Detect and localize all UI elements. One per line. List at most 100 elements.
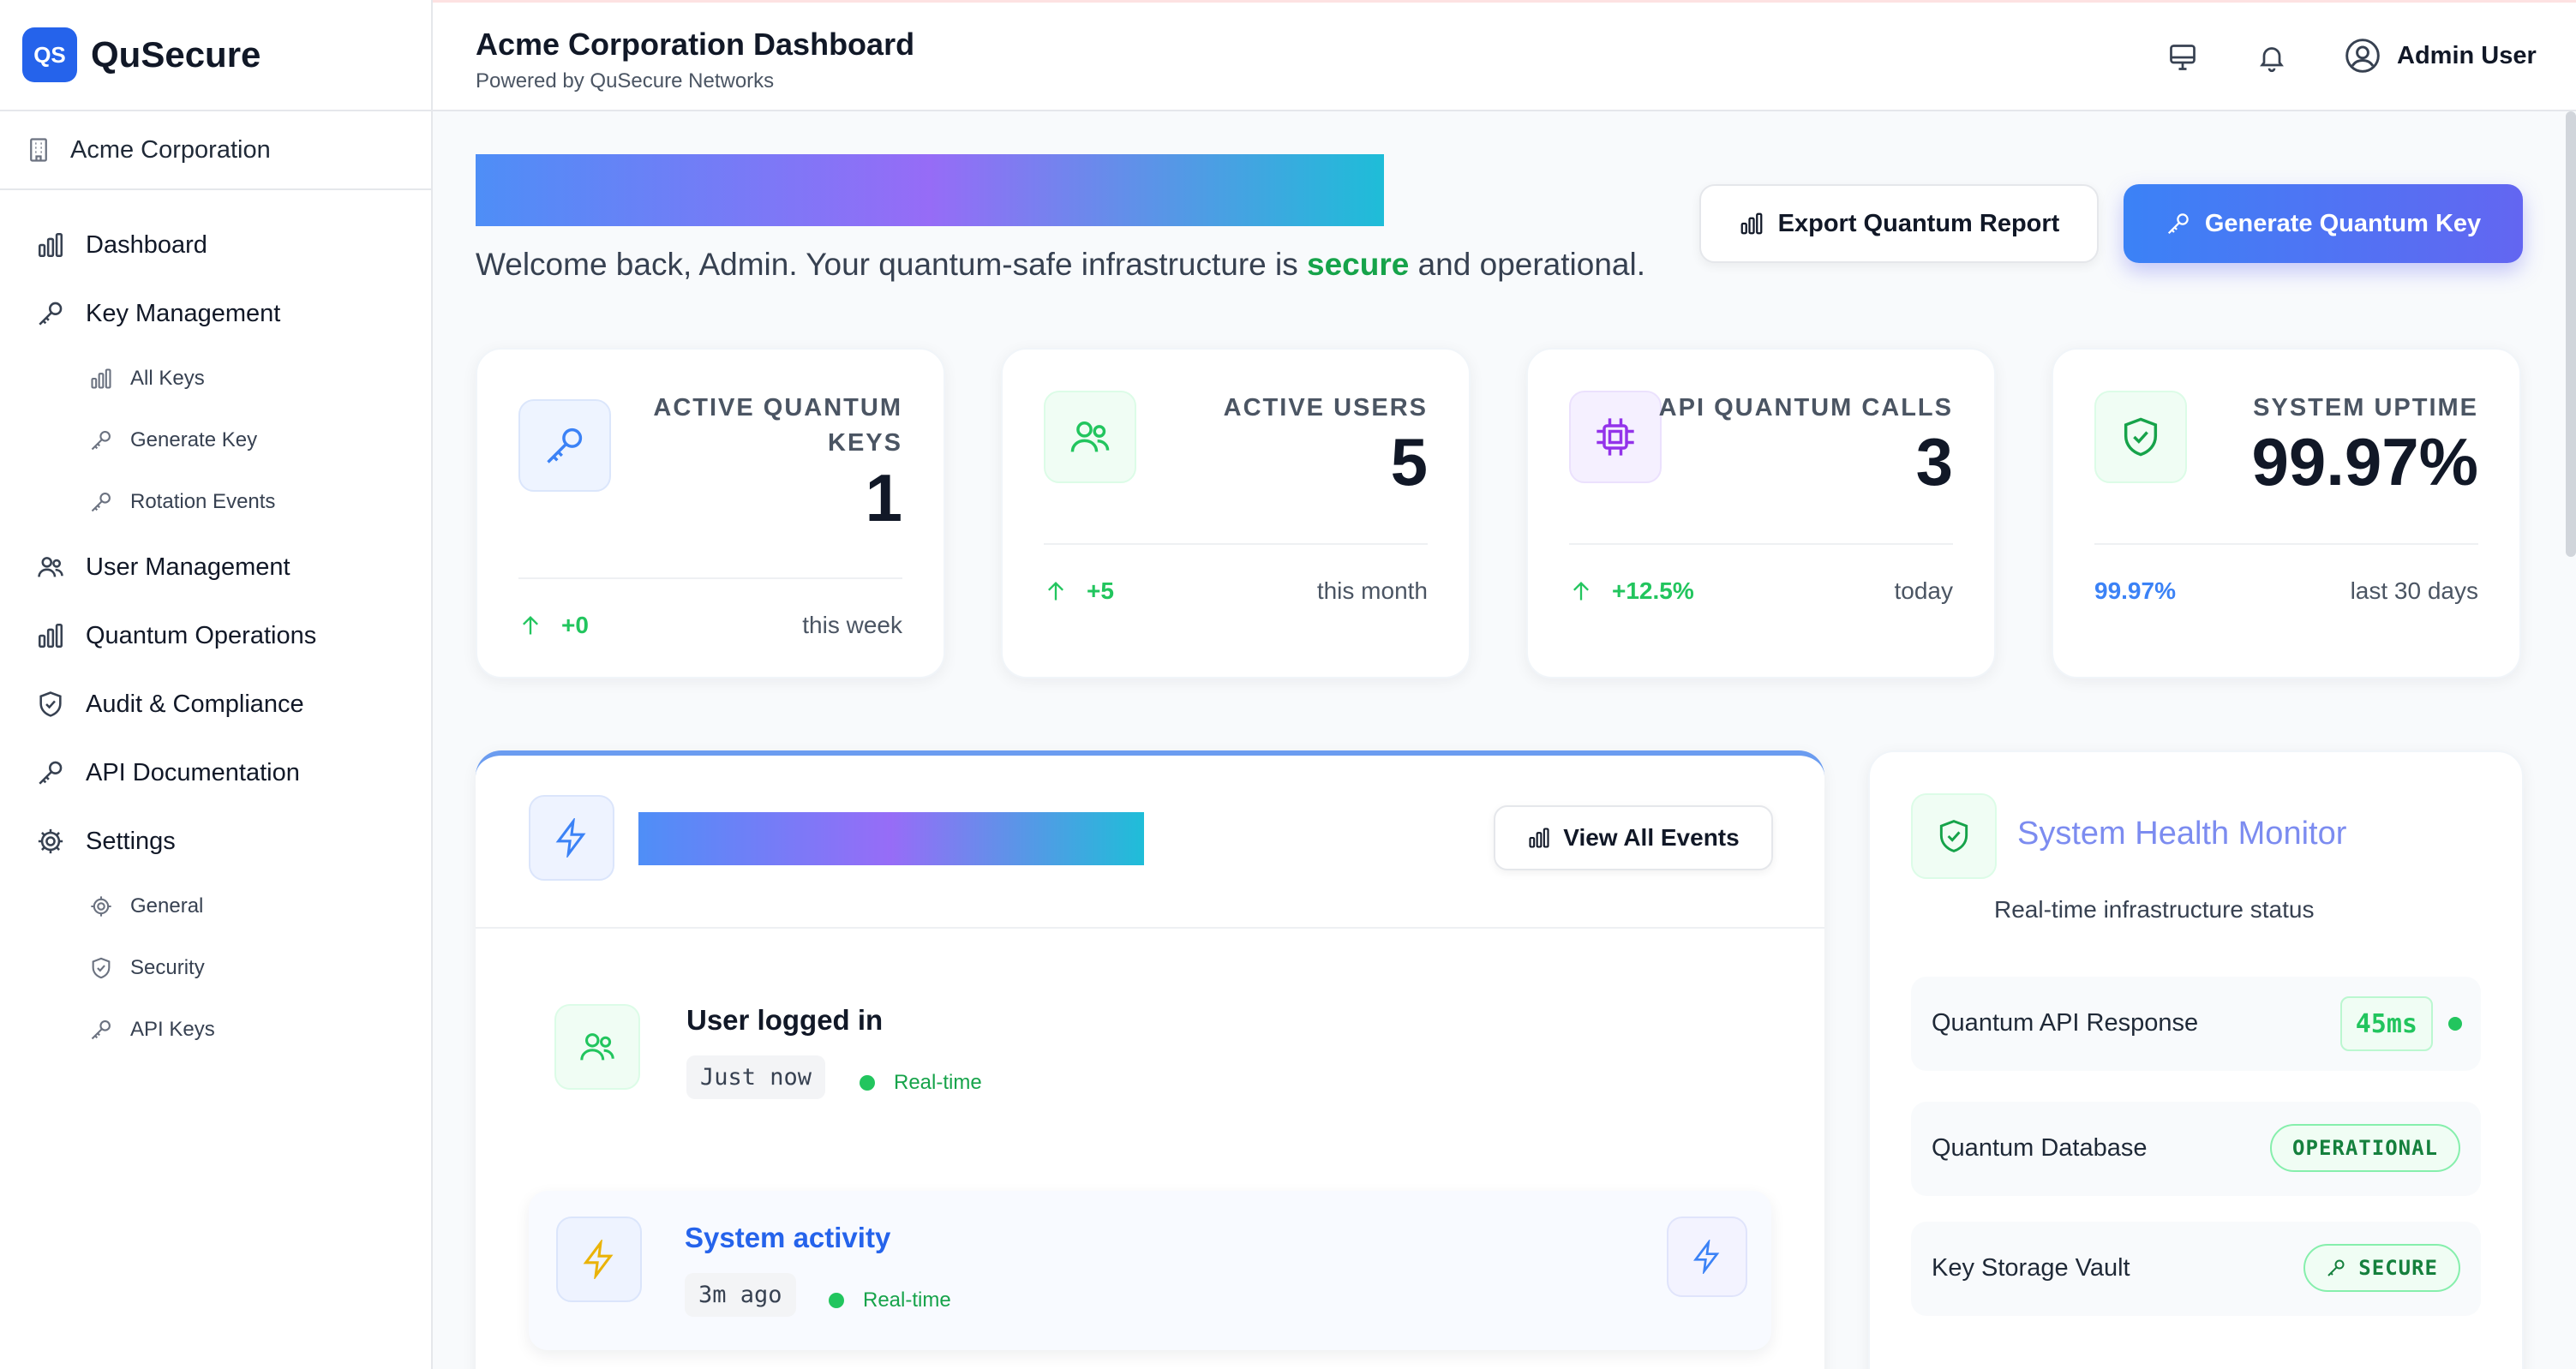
key-icon <box>2326 1258 2346 1278</box>
system-health-card: System Health Monitor Real-time infrastr… <box>1868 750 2524 1369</box>
welcome-text-end: and operational. <box>1409 247 1645 282</box>
stat-label-line: ACTIVE USERS <box>1223 394 1428 421</box>
health-row-database: Quantum Database OPERATIONAL <box>1911 1102 2481 1196</box>
stat-trend: +0 <box>518 612 589 639</box>
stat-value: 5 <box>1390 424 1428 499</box>
stat-label: ACTIVE USERS <box>1224 391 1428 426</box>
user-menu[interactable]: Admin User <box>2344 37 2537 75</box>
bar-chart-icon <box>89 367 113 391</box>
view-all-events-button[interactable]: View All Events <box>1494 805 1773 870</box>
sidebar: QS QuSecure Acme Corporation Dashboard K… <box>0 0 433 1369</box>
sidebar-subitem-all-keys[interactable]: All Keys <box>0 348 431 410</box>
bar-chart-icon <box>36 230 65 260</box>
stat-value: 99.97% <box>2251 424 2478 499</box>
status-secure: secure <box>1307 247 1410 282</box>
key-icon <box>89 490 113 514</box>
event-tag-label: Real-time <box>863 1288 951 1312</box>
stat-period: today <box>1894 577 1954 604</box>
sidebar-item-label: Settings <box>86 827 176 855</box>
sidebar-item-settings[interactable]: Settings <box>0 807 431 876</box>
export-report-button[interactable]: Export Quantum Report <box>1699 184 2099 263</box>
sidebar-subitem-label: Security <box>130 956 205 979</box>
gear-icon <box>89 894 113 918</box>
stat-period: this week <box>802 612 902 638</box>
sidebar-item-label: Quantum Operations <box>86 621 317 649</box>
health-row-value: 45ms <box>2339 996 2433 1051</box>
health-row-label: Quantum API Response <box>1932 1009 2199 1037</box>
stat-card-active-keys: ACTIVE QUANTUM KEYS 1 +0 this week <box>476 348 945 679</box>
page-subtitle: Powered by QuSecure Networks <box>476 69 775 93</box>
bar-chart-icon <box>1739 211 1764 236</box>
lightning-icon[interactable] <box>1667 1217 1747 1297</box>
stat-trend: +12.5% <box>1569 577 1694 605</box>
stat-period: this month <box>1316 577 1428 604</box>
events-heading-bar <box>638 812 1144 865</box>
users-icon <box>36 553 65 582</box>
export-report-label: Export Quantum Report <box>1777 209 2060 237</box>
organization-selector[interactable]: Acme Corporation <box>0 111 431 190</box>
stat-value: 1 <box>865 460 902 535</box>
status-badge: OPERATIONAL <box>2270 1124 2460 1172</box>
bar-chart-icon <box>1527 826 1551 850</box>
stat-card-api-calls: API QUANTUM CALLS 3 +12.5% today <box>1526 348 1996 679</box>
generate-key-label: Generate Quantum Key <box>2204 209 2482 237</box>
monitor-icon[interactable] <box>2164 39 2202 76</box>
bell-icon[interactable] <box>2253 39 2291 76</box>
shield-icon <box>89 956 113 980</box>
lightning-icon <box>556 1217 642 1302</box>
view-all-events-label: View All Events <box>1563 824 1740 851</box>
key-icon <box>89 1018 113 1042</box>
event-tag-label: Real-time <box>894 1071 982 1094</box>
key-icon <box>36 299 65 328</box>
event-tag: Real-time <box>860 1071 982 1095</box>
status-badge: SECURE <box>2303 1244 2460 1292</box>
sidebar-subitem-generate-key[interactable]: Generate Key <box>0 410 431 471</box>
shield-icon <box>36 690 65 719</box>
stat-trend: +5 <box>1044 577 1114 605</box>
brand-logo: QS <box>22 27 77 82</box>
generate-key-button[interactable]: Generate Quantum Key <box>2124 184 2523 263</box>
event-time: 3m ago <box>685 1273 796 1317</box>
welcome-heading-bar <box>476 154 1384 226</box>
arrow-up-icon <box>518 613 542 638</box>
sidebar-subitem-label: All Keys <box>130 367 205 390</box>
stat-label-line: SYSTEM UPTIME <box>2253 394 2478 421</box>
sidebar-subitem-rotation-events[interactable]: Rotation Events <box>0 471 431 533</box>
live-dot <box>860 1075 875 1091</box>
event-item[interactable]: System activity 3m ago Real-time <box>529 1191 1771 1350</box>
health-title: System Health Monitor <box>2017 816 2347 852</box>
main-content: Welcome back, Admin. Your quantum-safe i… <box>433 111 2558 1369</box>
shield-check-icon <box>2094 391 2187 483</box>
sidebar-item-label: Dashboard <box>86 230 207 259</box>
brand[interactable]: QS QuSecure <box>0 0 431 111</box>
building-icon <box>26 136 51 164</box>
health-row-api-response: Quantum API Response 45ms <box>1911 977 2481 1071</box>
stat-label-line: ACTIVE QUANTUM <box>653 394 902 421</box>
sidebar-item-audit-compliance[interactable]: Audit & Compliance <box>0 670 431 738</box>
event-item[interactable]: User logged in Just now Real-time <box>529 987 1771 1141</box>
events-card: View All Events User logged in Just now … <box>476 750 1824 1369</box>
sidebar-item-key-management[interactable]: Key Management <box>0 279 431 348</box>
users-icon <box>554 1004 640 1090</box>
sidebar-item-quantum-operations[interactable]: Quantum Operations <box>0 601 431 670</box>
sidebar-item-label: Key Management <box>86 299 281 327</box>
key-icon <box>2166 211 2191 236</box>
lightning-icon <box>529 795 614 881</box>
page-title: Acme Corporation Dashboard <box>476 27 915 62</box>
page-scrollbar[interactable] <box>2566 111 2576 557</box>
stat-label: SYSTEM UPTIME <box>2253 391 2478 426</box>
sidebar-subitem-security[interactable]: Security <box>0 937 431 999</box>
sidebar-item-label: Audit & Compliance <box>86 690 304 718</box>
key-icon <box>89 428 113 452</box>
sidebar-nav: Dashboard Key Management All Keys Genera… <box>0 190 431 1061</box>
sidebar-item-user-management[interactable]: User Management <box>0 533 431 601</box>
bar-chart-icon <box>36 621 65 650</box>
sidebar-subitem-label: Rotation Events <box>130 490 276 513</box>
events-divider <box>476 927 1824 929</box>
sidebar-subitem-general[interactable]: General <box>0 876 431 937</box>
sidebar-subitem-api-keys[interactable]: API Keys <box>0 999 431 1061</box>
sidebar-item-api-documentation[interactable]: API Documentation <box>0 738 431 807</box>
stat-trend: 99.97% <box>2094 577 2176 605</box>
sidebar-item-dashboard[interactable]: Dashboard <box>0 211 431 279</box>
status-badge-label: SECURE <box>2358 1256 2438 1280</box>
